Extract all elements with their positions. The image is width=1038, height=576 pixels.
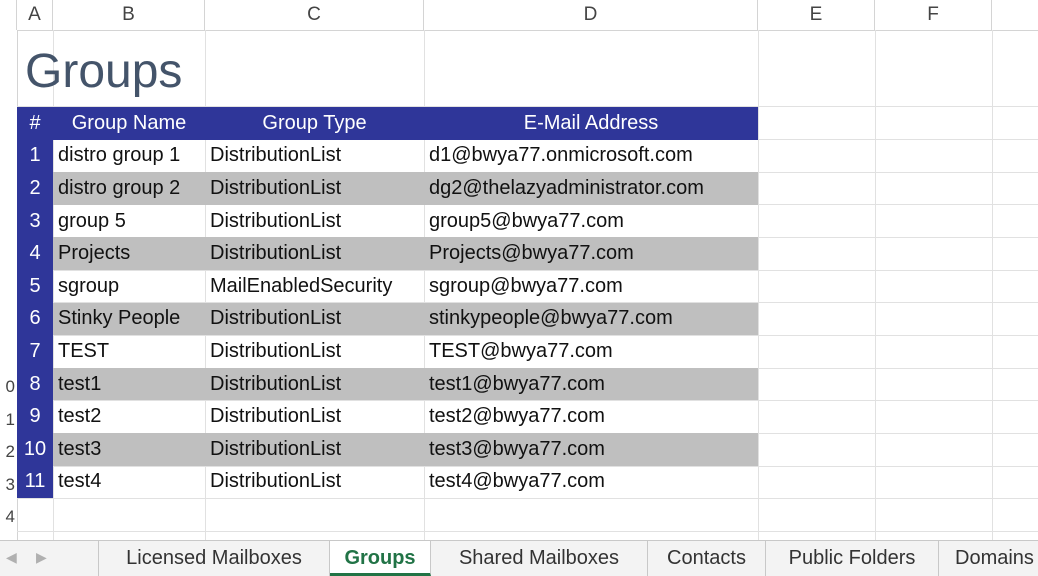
row-number[interactable]: 3: [6, 469, 15, 501]
table-row: 8 test1 DistributionList test1@bwya77.com: [17, 367, 758, 401]
table-row: 6 Stinky People DistributionList stinkypeop…: [17, 302, 758, 336]
row-num-cell[interactable]: 3: [17, 204, 53, 238]
row-num-cell[interactable]: 4: [17, 237, 53, 270]
email-address-cell[interactable]: sgroup@bwya77.com: [424, 270, 758, 303]
column-header-f[interactable]: F: [875, 0, 992, 30]
row-number[interactable]: 4: [6, 501, 15, 533]
group-name-cell[interactable]: distro group 2: [53, 172, 205, 205]
group-type-cell[interactable]: DistributionList: [205, 335, 424, 368]
table-row: 9 test2 DistributionList test2@bwya77.com: [17, 400, 758, 433]
table-body: 1 distro group 1 DistributionList d1@bwya77…: [17, 139, 758, 499]
table-row: 2 distro group 2 DistributionList dg2@thela…: [17, 172, 758, 205]
email-address-cell[interactable]: test2@bwya77.com: [424, 400, 758, 433]
group-name-cell[interactable]: test3: [53, 432, 205, 466]
column-header-g[interactable]: [992, 0, 1038, 30]
row-number[interactable]: 0: [6, 371, 15, 403]
group-type-cell[interactable]: DistributionList: [205, 205, 424, 238]
table-row: 11 test4 DistributionList test4@bwya77.com: [17, 465, 758, 499]
group-name-cell[interactable]: sgroup: [53, 270, 205, 303]
gridline: [17, 531, 1038, 532]
tab-licensed-mailboxes[interactable]: Licensed Mailboxes: [98, 541, 330, 576]
column-header-e[interactable]: E: [758, 0, 875, 30]
tab-contacts[interactable]: Contacts: [648, 541, 766, 576]
group-name-cell[interactable]: Projects: [53, 237, 205, 270]
column-header-a[interactable]: A: [17, 0, 53, 30]
tab-shared-mailboxes[interactable]: Shared Mailboxes: [431, 541, 648, 576]
group-name-cell[interactable]: test4: [53, 466, 205, 499]
email-address-cell[interactable]: TEST@bwya77.com: [424, 335, 758, 368]
group-type-cell[interactable]: DistributionList: [205, 302, 424, 336]
row-num-cell[interactable]: 11: [17, 465, 53, 499]
column-header-c[interactable]: C: [205, 0, 424, 30]
row-num-cell[interactable]: 5: [17, 269, 53, 303]
tab-domains[interactable]: Domains: [939, 541, 1038, 576]
row-num-cell[interactable]: 9: [17, 400, 53, 433]
row-num-cell[interactable]: 2: [17, 172, 53, 205]
group-type-cell[interactable]: DistributionList: [205, 432, 424, 466]
row-num-cell[interactable]: 8: [17, 367, 53, 401]
group-name-cell[interactable]: test1: [53, 367, 205, 401]
sheet-title[interactable]: Groups: [25, 42, 182, 102]
group-name-cell[interactable]: distro group 1: [53, 140, 205, 173]
groups-table: # Group Name Group Type E-Mail Address 1…: [17, 107, 758, 499]
scroll-right-icon[interactable]: ▶: [36, 549, 47, 566]
group-name-cell[interactable]: Stinky People: [53, 302, 205, 336]
header-name-cell[interactable]: Group Name: [53, 107, 205, 140]
tab-public-folders[interactable]: Public Folders: [766, 541, 939, 576]
group-type-cell[interactable]: DistributionList: [205, 367, 424, 401]
table-row: 5 sgroup MailEnabledSecurity sgroup@bwya77.…: [17, 269, 758, 303]
spreadsheet: A B C D E F 0 1 2 3 4 Groups # Group Nam…: [0, 0, 1038, 576]
email-address-cell[interactable]: test3@bwya77.com: [424, 432, 758, 466]
group-type-cell[interactable]: DistributionList: [205, 140, 424, 173]
group-name-cell[interactable]: group 5: [53, 205, 205, 238]
email-address-cell[interactable]: dg2@thelazyadministrator.com: [424, 172, 758, 205]
group-type-cell[interactable]: DistributionList: [205, 172, 424, 205]
row-num-cell[interactable]: 7: [17, 335, 53, 368]
column-header-d[interactable]: D: [424, 0, 758, 30]
column-header-bar: A B C D E F: [0, 0, 1038, 31]
column-header-corner[interactable]: [0, 0, 17, 30]
row-number[interactable]: 1: [6, 404, 15, 436]
header-type-cell[interactable]: Group Type: [205, 107, 424, 140]
row-num-cell[interactable]: 10: [17, 432, 53, 466]
group-type-cell[interactable]: DistributionList: [205, 237, 424, 270]
table-row: 4 Projects DistributionList Projects@bwya77…: [17, 237, 758, 270]
header-num-cell[interactable]: #: [17, 107, 53, 140]
sheet-tab-bar: ◀ ▶ Licensed Mailboxes Groups Shared Mai…: [0, 540, 1038, 576]
row-num-cell[interactable]: 1: [17, 139, 53, 173]
group-type-cell[interactable]: DistributionList: [205, 466, 424, 499]
group-name-cell[interactable]: TEST: [53, 335, 205, 368]
group-type-cell[interactable]: DistributionList: [205, 400, 424, 433]
table-row: 7 TEST DistributionList TEST@bwya77.com: [17, 335, 758, 368]
email-address-cell[interactable]: stinkypeople@bwya77.com: [424, 302, 758, 336]
email-address-cell[interactable]: d1@bwya77.onmicrosoft.com: [424, 140, 758, 173]
gridline: [17, 498, 1038, 499]
row-num-cell[interactable]: 6: [17, 302, 53, 336]
table-row: 10 test3 DistributionList test3@bwya77.com: [17, 432, 758, 466]
header-mail-cell[interactable]: E-Mail Address: [424, 107, 758, 140]
table-header-row: # Group Name Group Type E-Mail Address: [17, 107, 758, 140]
scroll-left-icon[interactable]: ◀: [6, 549, 17, 566]
table-row: 3 group 5 DistributionList group5@bwya77.co…: [17, 204, 758, 238]
email-address-cell[interactable]: test4@bwya77.com: [424, 466, 758, 499]
table-row: 1 distro group 1 DistributionList d1@bwya77…: [17, 139, 758, 173]
email-address-cell[interactable]: group5@bwya77.com: [424, 205, 758, 238]
row-header-bar: 0 1 2 3 4: [0, 30, 18, 540]
group-type-cell[interactable]: MailEnabledSecurity: [205, 270, 424, 303]
email-address-cell[interactable]: test1@bwya77.com: [424, 367, 758, 401]
row-number[interactable]: 2: [6, 436, 15, 468]
column-header-b[interactable]: B: [53, 0, 205, 30]
email-address-cell[interactable]: Projects@bwya77.com: [424, 237, 758, 270]
tab-groups[interactable]: Groups: [330, 541, 431, 576]
group-name-cell[interactable]: test2: [53, 400, 205, 433]
